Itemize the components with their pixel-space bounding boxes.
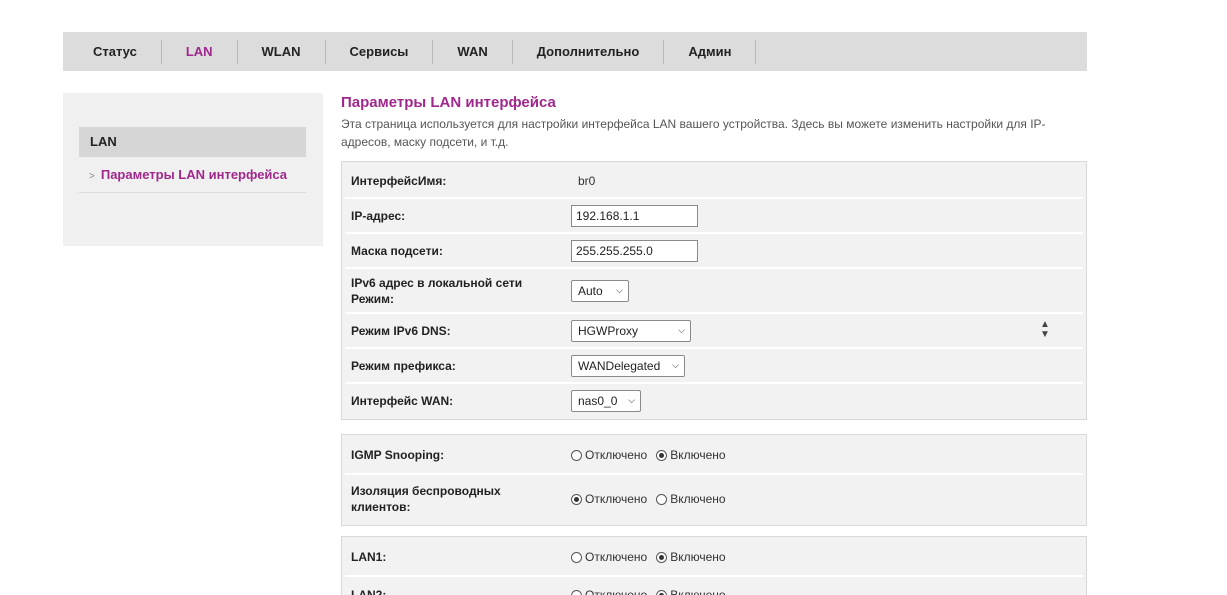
wan-interface-label: Интерфейс WAN: — [351, 393, 454, 408]
tab-wlan[interactable]: WLAN — [238, 39, 326, 64]
igmp-off-radio[interactable] — [571, 449, 582, 461]
lan2-off-label: Отключено — [585, 588, 648, 595]
interface-name-label: ИнтерфейсИмя: — [351, 173, 447, 188]
isolation-off-radio[interactable] — [571, 493, 582, 505]
lan1-label: LAN1: — [351, 550, 387, 564]
igmp-on-radio[interactable] — [656, 449, 668, 461]
ipv6-mode-row: IPv6 адрес в локальной сети Режим: Auto … — [345, 267, 1083, 312]
lan2-on-label: Включено — [670, 588, 726, 595]
lan1-on-radio[interactable] — [656, 551, 668, 563]
lan-ports-panel: LAN1: Отключено Включено LAN2: Отключено… — [341, 536, 1087, 595]
main-content: Параметры LAN интерфейса Эта страница ис… — [341, 94, 1087, 151]
ip-address-input[interactable] — [571, 204, 698, 227]
tab-advanced[interactable]: Дополнительно — [513, 39, 665, 64]
lan1-row: LAN1: Отключено Включено — [345, 539, 1083, 575]
isolation-radio-group: Отключено Включено — [571, 492, 1083, 506]
tab-lan[interactable]: LAN — [162, 39, 238, 64]
ipv6-mode-label: IPv6 адрес в локальной сети Режим: — [345, 275, 571, 307]
options-panel: IGMP Snooping: Отключено Включено Изоляц… — [341, 434, 1087, 526]
lan2-radio-group: Отключено Включено — [571, 588, 1083, 595]
isolation-label-line2: клиентов: — [351, 500, 411, 514]
ipv6-dns-select[interactable]: HGWProxy ⌵ — [571, 319, 691, 342]
ip-address-row: IP-адрес: — [345, 197, 1083, 232]
igmp-off-label: Отключено — [585, 448, 648, 462]
tab-admin[interactable]: Админ — [664, 39, 757, 64]
isolation-on-label: Включено — [670, 492, 726, 506]
lan1-radio-group: Отключено Включено — [571, 550, 1083, 564]
page-title: Параметры LAN интерфейса — [341, 94, 556, 111]
ipv6-dns-row: Режим IPv6 DNS: HGWProxy ⌵ — [345, 312, 1083, 347]
lan1-off-radio[interactable] — [571, 551, 582, 563]
page-description: Эта страница используется для настройки … — [341, 117, 1046, 149]
interface-name-value: br0 — [578, 173, 596, 188]
ipv6-mode-selected: Auto — [578, 283, 603, 298]
isolation-label-line1: Изоляция беспроводных — [351, 484, 501, 498]
prefix-mode-select[interactable]: WANDelegated ⌵ — [571, 354, 685, 377]
lan1-on-label: Включено — [670, 550, 726, 564]
interface-settings-panel: ИнтерфейсИмя: br0 IP-адрес: Маска подсет… — [341, 161, 1087, 420]
router-config-page: Статус LAN WLAN Сервисы WAN Дополнительн… — [0, 0, 1227, 595]
lan2-off-radio[interactable] — [571, 589, 582, 595]
ipv6-dns-label: Режим IPv6 DNS: — [351, 323, 451, 338]
chevron-down-icon: ⌵ — [678, 325, 685, 335]
chevron-down-icon: ⌵ — [616, 285, 623, 295]
subnet-mask-label: Маска подсети: — [351, 243, 443, 258]
sidebar-item-lan-params[interactable]: > Параметры LAN интерфейса — [79, 163, 306, 193]
ip-address-label: IP-адрес: — [351, 208, 406, 223]
subnet-mask-row: Маска подсети: — [345, 232, 1083, 267]
tab-services[interactable]: Сервисы — [326, 39, 434, 64]
isolation-off-label: Отключено — [585, 492, 648, 506]
sidebar: LAN > Параметры LAN интерфейса — [63, 93, 323, 246]
isolation-on-radio[interactable] — [656, 493, 668, 505]
chevron-down-icon: ⌵ — [628, 395, 635, 405]
ipv6-mode-label-line1: IPv6 адрес в локальной сети — [351, 275, 523, 290]
wan-interface-select[interactable]: nas0_0 ⌵ — [571, 389, 641, 412]
ipv6-mode-select[interactable]: Auto ⌵ — [571, 279, 629, 302]
top-nav: Статус LAN WLAN Сервисы WAN Дополнительн… — [63, 32, 1087, 71]
wan-interface-selected: nas0_0 — [578, 393, 618, 408]
lan2-label: LAN2: — [351, 588, 387, 595]
tab-wan[interactable]: WAN — [433, 39, 513, 64]
subnet-mask-input[interactable] — [571, 239, 698, 262]
ipv6-dns-selected: HGWProxy — [578, 323, 638, 338]
lan2-row: LAN2: Отключено Включено — [345, 575, 1083, 595]
prefix-mode-selected: WANDelegated — [578, 358, 661, 373]
tab-status[interactable]: Статус — [63, 39, 162, 64]
igmp-label: IGMP Snooping: — [351, 448, 445, 462]
chevron-down-icon: ⌵ — [672, 360, 679, 370]
igmp-row: IGMP Snooping: Отключено Включено — [345, 437, 1083, 473]
isolation-label: Изоляция беспроводных клиентов: — [345, 483, 571, 515]
wan-interface-row: Интерфейс WAN: nas0_0 ⌵ — [345, 382, 1083, 417]
igmp-radio-group: Отключено Включено — [571, 448, 1083, 462]
prefix-mode-label: Режим префикса: — [351, 358, 456, 373]
sort-updown-icon: ▲ ▼ — [1040, 319, 1050, 340]
sidebar-item-label: Параметры LAN интерфейса — [100, 167, 288, 182]
lan1-off-label: Отключено — [585, 550, 648, 564]
prefix-mode-row: Режим префикса: WANDelegated ⌵ — [345, 347, 1083, 382]
isolation-row: Изоляция беспроводных клиентов: Отключен… — [345, 473, 1083, 523]
sidebar-section-title: LAN — [79, 127, 306, 157]
igmp-on-label: Включено — [670, 448, 726, 462]
chevron-right-icon: > — [89, 171, 95, 182]
ipv6-mode-label-line2: Режим: — [351, 291, 394, 306]
interface-name-row: ИнтерфейсИмя: br0 — [345, 164, 1083, 197]
lan2-on-radio[interactable] — [656, 589, 668, 595]
